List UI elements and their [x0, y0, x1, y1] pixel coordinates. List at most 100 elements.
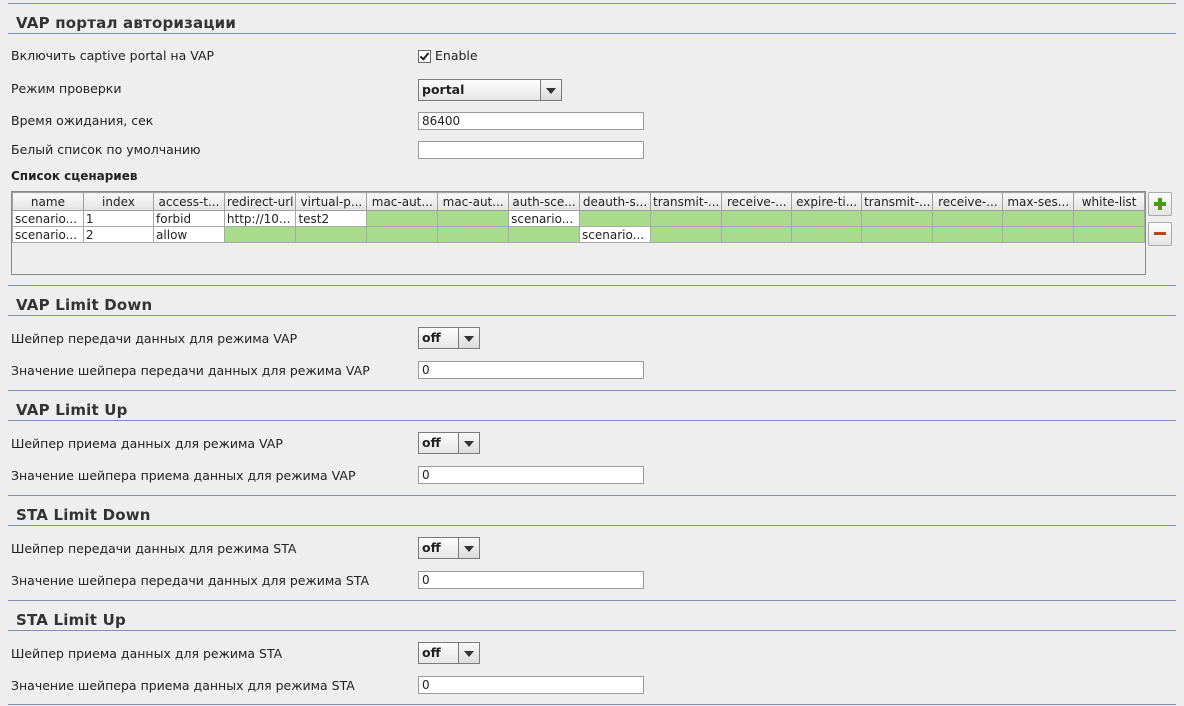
table-cell[interactable] [649, 226, 723, 243]
table-cell[interactable] [366, 210, 439, 227]
vap-up-value-input[interactable]: 0 [418, 466, 644, 484]
column-header[interactable]: max-ses... [1002, 192, 1075, 211]
table-cell[interactable]: allow [153, 226, 225, 243]
table-cell[interactable]: scenario... [508, 210, 581, 227]
table-row[interactable]: scenario... 1 forbid http://10... test2 scena… [12, 210, 1145, 227]
table-cell[interactable] [1002, 210, 1075, 227]
sta-up-shaper-select[interactable]: off [418, 642, 480, 664]
column-header[interactable]: index [82, 192, 155, 211]
chevron-down-icon[interactable] [540, 80, 561, 100]
table-cell[interactable] [721, 226, 793, 243]
sta-down-shaper-label: Шейпер передачи данных для режима STA [11, 541, 297, 556]
sta-up-shaper-value: off [422, 645, 441, 660]
table-cell[interactable]: http://10... [223, 210, 297, 227]
timeout-label: Время ожидания, сек [11, 113, 154, 128]
table-cell[interactable]: forbid [153, 210, 225, 227]
section-title-sta-down: STA Limit Down [16, 506, 151, 524]
section-divider-vap-down [8, 315, 1176, 316]
table-cell[interactable] [1002, 226, 1075, 243]
table-cell[interactable]: 2 [82, 226, 155, 243]
sta-up-value-input[interactable]: 0 [418, 676, 644, 694]
table-cell[interactable] [437, 210, 510, 227]
check-mode-value: portal [422, 82, 465, 97]
column-header[interactable]: deauth-s... [579, 192, 651, 211]
enable-checkbox[interactable] [418, 50, 431, 63]
section-divider-sta-down [8, 525, 1176, 526]
table-cell[interactable]: scenario... [12, 226, 84, 243]
whitelist-label: Белый список по умолчанию [11, 142, 201, 157]
section-divider-portal [8, 33, 1176, 34]
table-cell[interactable] [791, 210, 863, 227]
vap-up-shaper-value: off [422, 435, 441, 450]
vap-down-value-label: Значение шейпера передачи данных для реж… [11, 363, 370, 378]
scenarios-grid: name index access-t... redirect-url virtual-… [12, 192, 1145, 243]
column-header[interactable]: white-list [1073, 192, 1145, 211]
remove-scenario-button[interactable] [1148, 222, 1172, 246]
section-title-vap-down: VAP Limit Down [16, 296, 153, 314]
table-cell[interactable] [223, 226, 297, 243]
section-title-portal: VAP портал авторизации [16, 14, 237, 32]
column-header[interactable]: redirect-url [223, 192, 297, 211]
column-header[interactable]: virtual-p... [295, 192, 368, 211]
plus-icon [1154, 198, 1166, 210]
table-cell[interactable]: scenario... [579, 226, 651, 243]
table-cell[interactable] [366, 226, 439, 243]
vap-up-shaper-select[interactable]: off [418, 432, 480, 454]
column-header[interactable]: mac-aut... [437, 192, 510, 211]
check-mode-select[interactable]: portal [418, 79, 562, 101]
sta-down-shaper-select[interactable]: off [418, 537, 480, 559]
column-header[interactable]: receive-... [932, 192, 1004, 211]
chevron-down-icon[interactable] [458, 538, 479, 558]
section-title-vap-up: VAP Limit Up [16, 401, 128, 419]
column-header[interactable]: expire-ti... [791, 192, 863, 211]
check-mode-label: Режим проверки [11, 81, 122, 96]
table-cell[interactable] [861, 210, 934, 227]
table-cell[interactable] [721, 210, 793, 227]
add-scenario-button[interactable] [1148, 192, 1172, 216]
sta-down-value-label: Значение шейпера передачи данных для реж… [11, 573, 370, 588]
section-top-vap-down [8, 285, 1176, 286]
table-cell[interactable] [649, 210, 723, 227]
table-row[interactable]: scenario... 2 allow scenario... [12, 226, 1145, 243]
table-cell[interactable] [861, 226, 934, 243]
column-header[interactable]: name [12, 192, 84, 211]
bottom-divider [8, 704, 1176, 705]
column-header[interactable]: access-t... [153, 192, 225, 211]
table-cell[interactable]: test2 [295, 210, 368, 227]
table-cell[interactable]: 1 [82, 210, 155, 227]
vap-down-shaper-select[interactable]: off [418, 327, 480, 349]
section-top-vap-up [8, 390, 1176, 391]
chevron-down-icon[interactable] [458, 328, 479, 348]
top-divider [8, 3, 1176, 4]
table-cell[interactable] [437, 226, 510, 243]
table-cell[interactable] [508, 226, 581, 243]
table-cell[interactable] [1073, 210, 1145, 227]
column-header[interactable]: transmit-... [649, 192, 723, 211]
table-cell[interactable] [579, 210, 651, 227]
section-divider-vap-up [8, 420, 1176, 421]
chevron-down-icon[interactable] [458, 433, 479, 453]
section-top-sta-down [8, 495, 1176, 496]
table-cell[interactable] [791, 226, 863, 243]
column-header[interactable]: auth-sce... [508, 192, 581, 211]
column-header[interactable]: transmit-... [861, 192, 934, 211]
timeout-input[interactable]: 86400 [418, 112, 644, 130]
sta-down-shaper-value: off [422, 540, 441, 555]
column-header[interactable]: receive-... [721, 192, 793, 211]
enable-checkbox-label[interactable]: Enable [435, 48, 478, 63]
section-title-sta-up: STA Limit Up [16, 611, 126, 629]
table-cell[interactable] [1073, 226, 1145, 243]
vap-up-value-label: Значение шейпера приема данных для режим… [11, 468, 356, 483]
sta-down-value-input[interactable]: 0 [418, 571, 644, 589]
chevron-down-icon[interactable] [458, 643, 479, 663]
table-cell[interactable]: scenario... [12, 210, 84, 227]
scenarios-label: Список сценариев [11, 169, 138, 183]
section-top-sta-up [8, 600, 1176, 601]
table-cell[interactable] [932, 226, 1004, 243]
column-header[interactable]: mac-aut... [366, 192, 439, 211]
whitelist-input[interactable] [418, 141, 644, 159]
table-cell[interactable] [932, 210, 1004, 227]
vap-down-value-input[interactable]: 0 [418, 361, 644, 379]
sta-up-value-label: Значение шейпера приема данных для режим… [11, 678, 355, 693]
table-cell[interactable] [295, 226, 368, 243]
